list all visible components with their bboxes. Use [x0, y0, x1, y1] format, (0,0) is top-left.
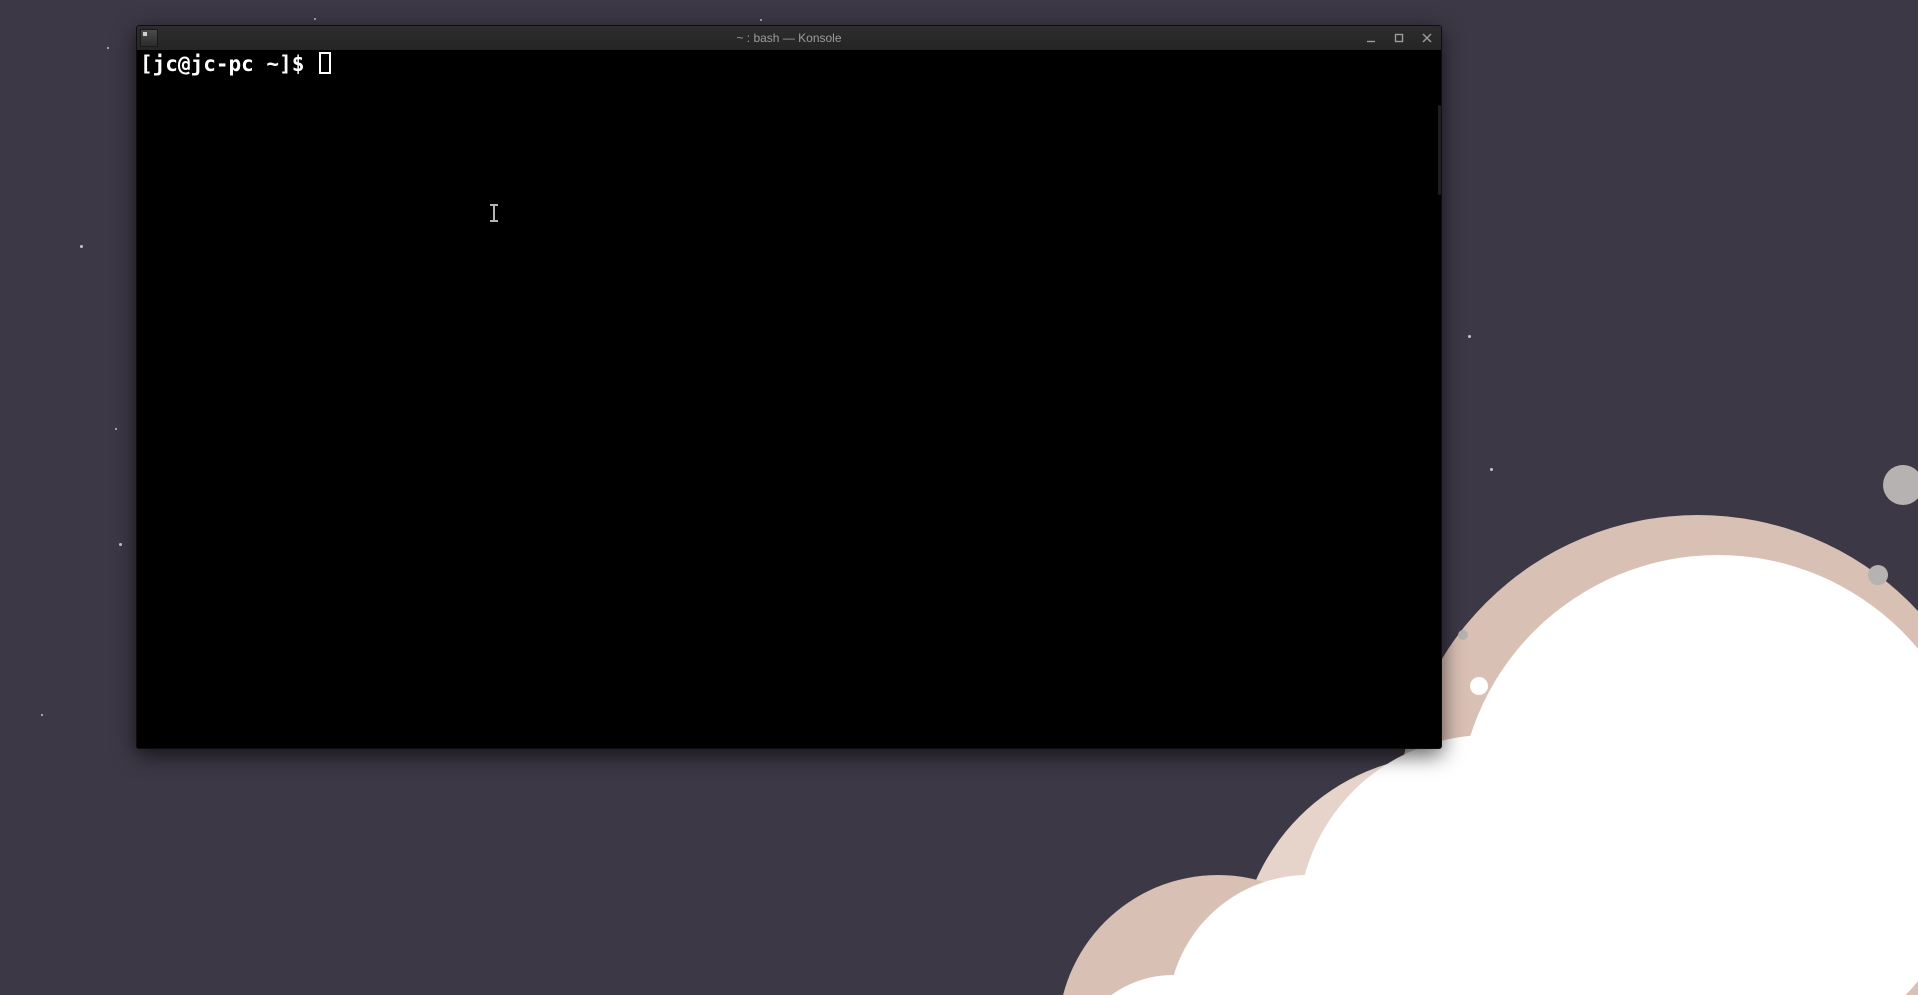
wallpaper-star — [115, 428, 117, 430]
wallpaper-star — [1468, 335, 1471, 338]
shell-prompt: [jc@jc-pc ~]$ — [140, 52, 317, 76]
wallpaper-star — [760, 19, 762, 21]
mouse-pointer-ibeam — [493, 205, 495, 221]
terminal-area[interactable]: [jc@jc-pc ~]$ — [137, 50, 1441, 748]
konsole-window[interactable]: ~ : bash — Konsole [jc@jc-pc ~]$ — [136, 25, 1442, 749]
window-controls — [1357, 26, 1441, 50]
wallpaper-star — [80, 245, 83, 248]
maximize-icon — [1394, 33, 1404, 43]
text-cursor — [319, 52, 331, 74]
scrollbar[interactable] — [1438, 105, 1441, 195]
wallpaper-star — [41, 714, 43, 716]
wallpaper-star — [119, 543, 122, 546]
close-button[interactable] — [1413, 26, 1441, 50]
close-icon — [1422, 33, 1432, 43]
maximize-button[interactable] — [1385, 26, 1413, 50]
minimize-icon — [1366, 33, 1376, 43]
wallpaper-star — [1490, 468, 1493, 471]
terminal-icon — [140, 29, 158, 47]
window-title: ~ : bash — Konsole — [137, 31, 1441, 45]
wallpaper-star — [107, 47, 109, 49]
minimize-button[interactable] — [1357, 26, 1385, 50]
titlebar[interactable]: ~ : bash — Konsole — [137, 26, 1441, 50]
desktop: ~ : bash — Konsole [jc@jc-pc ~]$ — [0, 0, 1918, 995]
wallpaper-star — [314, 18, 316, 20]
